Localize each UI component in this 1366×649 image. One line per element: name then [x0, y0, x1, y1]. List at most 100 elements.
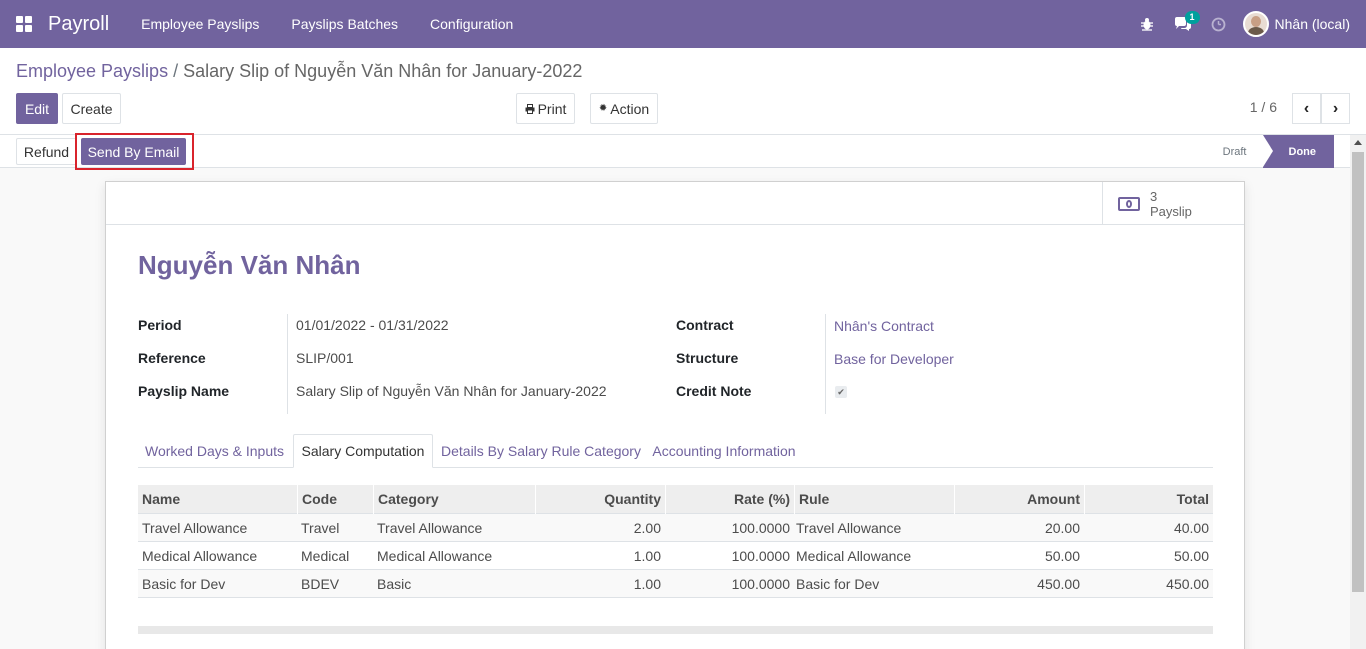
- credit-note-label: Credit Note: [676, 383, 752, 399]
- menu-configuration[interactable]: Configuration: [414, 0, 529, 48]
- cell-total: 50.00: [1173, 548, 1209, 564]
- gear-icon: ✹: [598, 103, 608, 114]
- print-icon: [525, 103, 535, 114]
- table-footer: [138, 626, 1213, 634]
- check-icon: ✔: [837, 386, 845, 397]
- form-statusbar: Refund Send By Email Draft Done: [0, 135, 1350, 168]
- debug-bug-icon[interactable]: [1129, 0, 1165, 48]
- cell-name: Travel Allowance: [142, 520, 248, 536]
- breadcrumb-employee-payslips[interactable]: Employee Payslips: [16, 61, 168, 81]
- cell-category: Travel Allowance: [377, 520, 483, 536]
- cell-rule: Travel Allowance: [796, 520, 902, 536]
- col-amount[interactable]: Amount: [954, 485, 1084, 514]
- cell-amount: 450.00: [1037, 576, 1080, 592]
- col-name[interactable]: Name: [138, 485, 297, 514]
- scroll-up-arrow-icon[interactable]: [1354, 140, 1362, 145]
- edit-button[interactable]: Edit: [16, 93, 58, 124]
- cell-quantity: 1.00: [633, 576, 661, 592]
- avatar: [1242, 11, 1269, 37]
- action-label: Action: [610, 100, 650, 117]
- payslip-count: 3: [1150, 188, 1158, 204]
- period-value[interactable]: 01/01/2022 - 01/31/2022: [296, 317, 449, 333]
- cell-name: Basic for Dev: [142, 576, 226, 592]
- user-menu[interactable]: Nhân (local): [1237, 11, 1366, 37]
- payslip-name-label: Payslip Name: [138, 383, 230, 399]
- chat-count-badge: 1: [1184, 11, 1200, 24]
- cell-code: BDEV: [301, 576, 340, 592]
- col-quantity[interactable]: Quantity: [535, 485, 665, 514]
- payslip-smart-label: Payslip: [1150, 203, 1192, 219]
- cell-amount: 20.00: [1044, 520, 1080, 536]
- cell-quantity: 2.00: [633, 520, 661, 536]
- payslip-smart-button[interactable]: 3 Payslip: [1102, 182, 1244, 225]
- tab-worked-days[interactable]: Worked Days & Inputs: [138, 434, 291, 468]
- contract-link[interactable]: Nhân's Contract: [834, 318, 934, 334]
- create-button[interactable]: Create: [62, 93, 121, 124]
- cell-rule: Basic for Dev: [796, 576, 880, 592]
- col-category[interactable]: Category: [373, 485, 535, 514]
- chevron-right-icon: ›: [1332, 99, 1339, 117]
- breadcrumb: Employee Payslips / Salary Slip of Nguyễ…: [16, 61, 582, 82]
- cell-code: Travel: [301, 520, 340, 536]
- chevron-left-icon: ‹: [1303, 99, 1310, 117]
- cell-rate: 100.0000: [731, 548, 790, 564]
- period-label: Period: [138, 317, 182, 333]
- menu-employee-payslips[interactable]: Employee Payslips: [125, 0, 275, 48]
- notebook-tabs: Worked Days & Inputs Salary Computation …: [138, 434, 1213, 468]
- structure-link[interactable]: Base for Developer: [834, 351, 954, 367]
- cell-rule: Medical Allowance: [796, 548, 912, 564]
- apps-menu-icon[interactable]: [0, 0, 48, 48]
- table-row[interactable]: Travel Allowance Travel Travel Allowance…: [138, 514, 1213, 542]
- col-total[interactable]: Total: [1084, 485, 1213, 514]
- cell-rate: 100.0000: [731, 576, 790, 592]
- user-name: Nhân (local): [1274, 16, 1350, 32]
- breadcrumb-separator: /: [173, 61, 179, 81]
- reference-label: Reference: [138, 350, 206, 366]
- cell-quantity: 1.00: [633, 548, 661, 564]
- table-header: Name Code Category Quantity Rate (%) Rul…: [138, 485, 1213, 514]
- highlight-box: [75, 133, 194, 170]
- col-rate[interactable]: Rate (%): [665, 485, 794, 514]
- pager-next-button[interactable]: ›: [1321, 93, 1350, 124]
- employee-name[interactable]: Nguyễn Văn Nhân: [138, 250, 360, 281]
- col-rule[interactable]: Rule: [794, 485, 954, 514]
- payslip-name-value[interactable]: Salary Slip of Nguyễn Văn Nhân for Janua…: [296, 383, 607, 399]
- reference-value[interactable]: SLIP/001: [296, 350, 354, 366]
- credit-note-checkbox[interactable]: ✔: [835, 386, 847, 398]
- tab-salary-computation[interactable]: Salary Computation: [293, 434, 433, 468]
- form-sheet: 3 Payslip Nguyễn Văn Nhân Period Referen…: [105, 181, 1245, 649]
- cell-rate: 100.0000: [731, 520, 790, 536]
- refund-button[interactable]: Refund: [16, 138, 77, 165]
- money-icon: [1118, 196, 1140, 211]
- status-step-draft[interactable]: Draft: [1207, 146, 1263, 158]
- table-row[interactable]: Basic for Dev BDEV Basic 1.00 100.0000 B…: [138, 570, 1213, 598]
- structure-label: Structure: [676, 350, 739, 366]
- breadcrumb-current: Salary Slip of Nguyễn Văn Nhân for Janua…: [183, 61, 583, 81]
- app-brand[interactable]: Payroll: [48, 13, 109, 36]
- print-label: Print: [537, 100, 567, 117]
- page-scrollbar[interactable]: [1350, 135, 1366, 649]
- cell-total: 40.00: [1173, 520, 1209, 536]
- pager-value[interactable]: 1 / 6: [1250, 99, 1277, 115]
- cell-code: Medical: [301, 548, 350, 564]
- menu-payslips-batches[interactable]: Payslips Batches: [275, 0, 414, 48]
- activity-clock-icon[interactable]: [1201, 0, 1237, 48]
- table-row[interactable]: Medical Allowance Medical Medical Allowa…: [138, 542, 1213, 570]
- print-button[interactable]: Print: [516, 93, 575, 124]
- action-button[interactable]: ✹ Action: [590, 93, 658, 124]
- top-navbar: Payroll Employee Payslips Payslips Batch…: [0, 0, 1366, 48]
- cell-name: Medical Allowance: [142, 548, 258, 564]
- cell-category: Basic: [377, 576, 412, 592]
- chat-messages-icon[interactable]: 1: [1165, 0, 1201, 48]
- status-step-done[interactable]: Done: [1262, 135, 1334, 168]
- col-code[interactable]: Code: [297, 485, 373, 514]
- tab-accounting-information[interactable]: Accounting Information: [649, 434, 799, 468]
- control-panel: Employee Payslips / Salary Slip of Nguyễ…: [0, 48, 1366, 135]
- pager-previous-button[interactable]: ‹: [1292, 93, 1321, 124]
- tab-details-by-category[interactable]: Details By Salary Rule Category: [435, 434, 647, 468]
- button-box: 3 Payslip: [106, 182, 1244, 225]
- cell-total: 450.00: [1166, 576, 1209, 592]
- cell-amount: 50.00: [1044, 548, 1080, 564]
- cell-category: Medical Allowance: [377, 548, 493, 564]
- scroll-thumb[interactable]: [1352, 152, 1364, 592]
